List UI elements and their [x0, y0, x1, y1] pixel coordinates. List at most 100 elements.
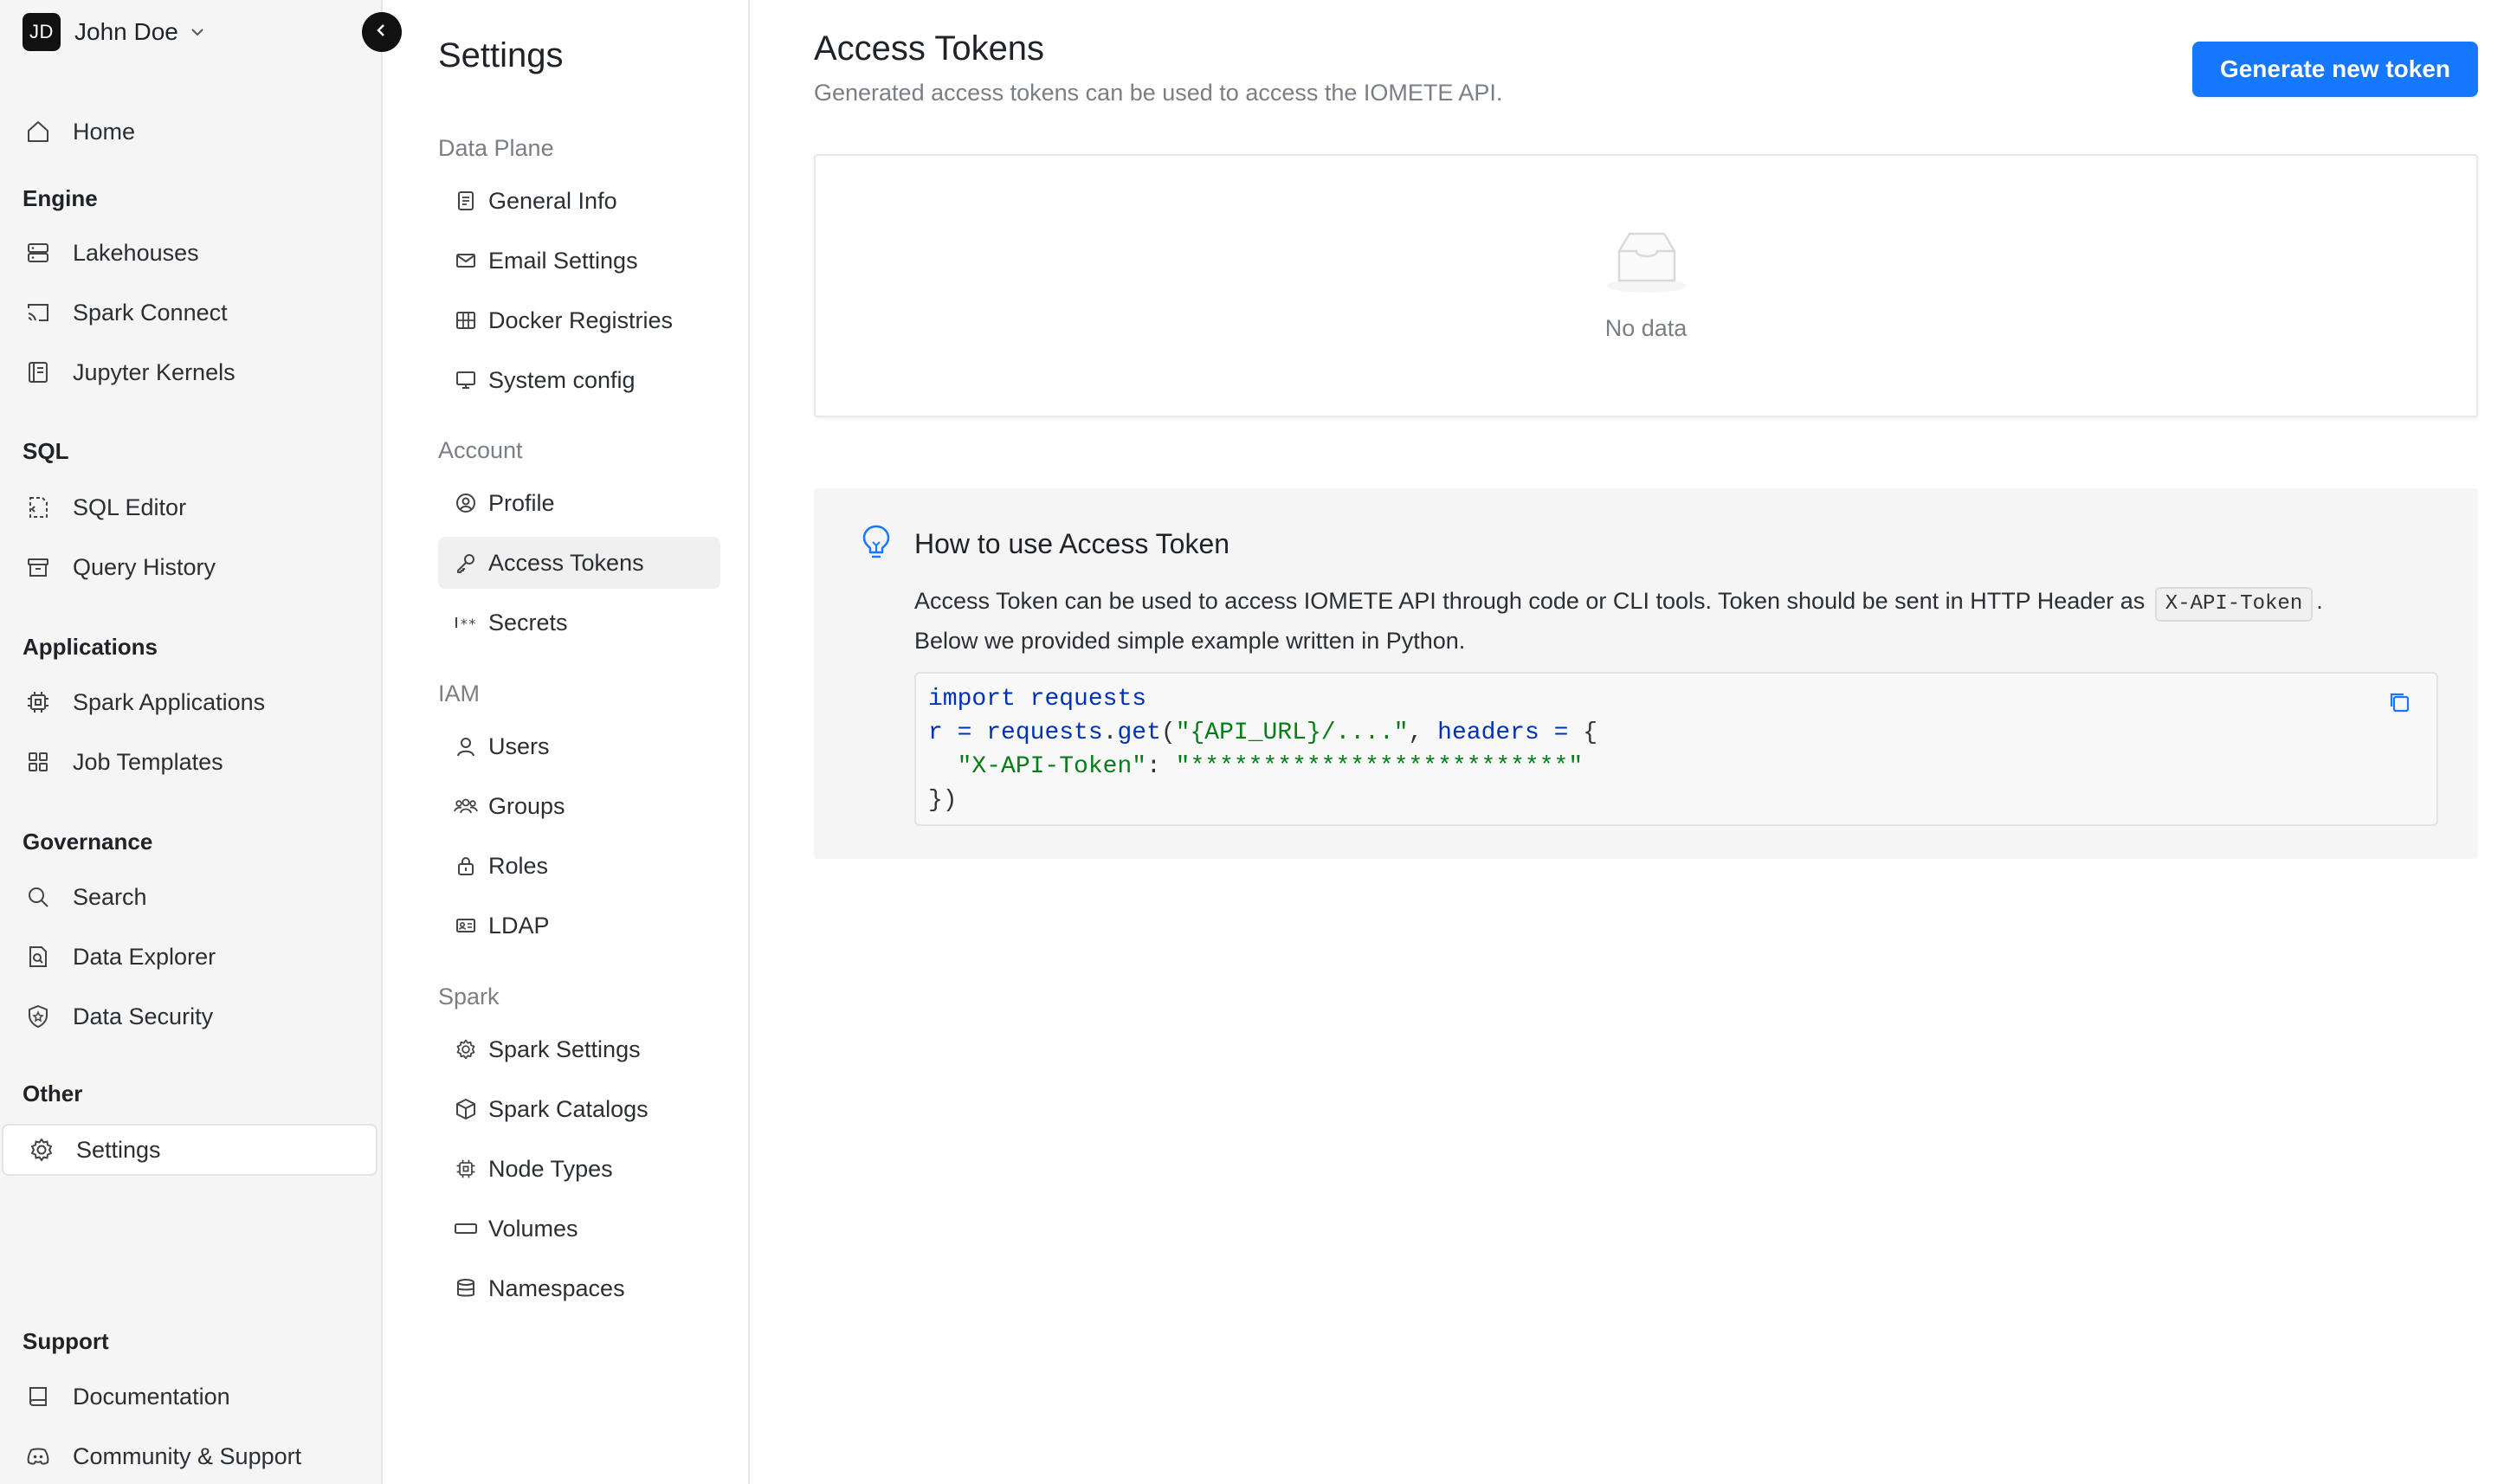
sidebar-item-label: Jupyter Kernels [73, 358, 236, 385]
sidebar-item-job-templates[interactable]: Job Templates [0, 736, 376, 788]
nav-item-groups[interactable]: Groups [438, 780, 720, 832]
book-icon [24, 1383, 52, 1410]
avatar: JD [23, 13, 61, 51]
header-name-code: X-API-Token [2154, 587, 2314, 622]
nav-item-label: Groups [488, 792, 565, 819]
sidebar-item-label: Lakehouses [73, 239, 199, 266]
code-token: headers [1437, 719, 1539, 746]
lock-icon [454, 854, 478, 878]
nav-item-profile[interactable]: Profile [438, 477, 720, 529]
nav-item-label: LDAP [488, 912, 550, 939]
nav-item-secrets[interactable]: ** Secrets [438, 597, 720, 648]
sidebar-item-home[interactable]: Home [0, 106, 376, 158]
sidebar-item-documentation[interactable]: Documentation [0, 1371, 376, 1423]
server-icon [24, 239, 52, 267]
group-account: Account [438, 437, 523, 463]
sidebar-item-query-history[interactable]: Query History [0, 541, 376, 593]
sidebar-item-spark-applications[interactable]: Spark Applications [0, 676, 376, 728]
howto-description: Access Token can be used to access IOMET… [914, 582, 2464, 660]
sidebar-item-lakehouses[interactable]: Lakehouses [0, 227, 376, 279]
nav-item-spark-catalogs[interactable]: Spark Catalogs [438, 1083, 720, 1135]
nav-item-label: Docker Registries [488, 306, 674, 333]
discord-icon [24, 1442, 52, 1470]
chip-icon [454, 1157, 478, 1181]
sidebar-item-label: Job Templates [73, 748, 223, 775]
sidebar-item-label: Documentation [73, 1383, 230, 1410]
tokens-table: No data [814, 154, 2478, 417]
nav-item-general-info[interactable]: General Info [438, 175, 720, 227]
code-token: "**************************" [1175, 753, 1584, 780]
nav-item-namespaces[interactable]: Namespaces [438, 1262, 720, 1314]
howto-desc-line2: Below we provided simple example written… [914, 628, 1466, 654]
sidebar-item-settings[interactable]: Settings [2, 1124, 378, 1176]
code-token: requests [1029, 686, 1147, 713]
code-token: }) [928, 787, 958, 814]
section-applications: Applications [23, 634, 158, 660]
nav-item-label: Email Settings [488, 247, 638, 274]
section-other: Other [23, 1081, 83, 1107]
generate-token-button[interactable]: Generate new token [2192, 42, 2478, 97]
sidebar-item-label: SQL Editor [73, 494, 187, 520]
nav-item-spark-settings[interactable]: Spark Settings [438, 1023, 720, 1075]
main-content: Access Tokens Generated access tokens ca… [752, 0, 2504, 1484]
nav-item-label: General Info [488, 187, 617, 214]
howto-title: How to use Access Token [914, 528, 1230, 559]
sidebar-item-data-explorer[interactable]: Data Explorer [0, 931, 376, 983]
sidebar-item-data-security[interactable]: Data Security [0, 990, 376, 1042]
code-token: = [942, 719, 987, 746]
nav-item-label: Namespaces [488, 1274, 625, 1301]
sidebar-item-search[interactable]: Search [0, 871, 376, 923]
nav-item-email-settings[interactable]: Email Settings [438, 235, 720, 287]
nav-item-users[interactable]: Users [438, 720, 720, 772]
code-token: "{API_URL}/...." [1175, 719, 1409, 746]
chip-icon [24, 688, 52, 716]
nav-item-docker-registries[interactable]: Docker Registries [438, 294, 720, 346]
section-support: Support [23, 1328, 109, 1354]
nav-item-volumes[interactable]: Volumes [438, 1203, 720, 1255]
howto-panel: How to use Access Token Access Token can… [814, 488, 2478, 859]
copy-icon[interactable] [2386, 689, 2412, 715]
collapse-sidebar-button[interactable] [362, 12, 402, 52]
sidebar-item-sql-editor[interactable]: SQL Editor [0, 481, 376, 533]
home-icon [24, 118, 52, 145]
code-token: r [928, 719, 943, 746]
main-sidebar: JD John Doe Home Engine Lakehouses Spark… [0, 0, 383, 1484]
nav-item-access-tokens[interactable]: Access Tokens [438, 537, 720, 589]
document-icon [454, 189, 478, 213]
sidebar-item-label: Search [73, 883, 147, 910]
nav-item-roles[interactable]: Roles [438, 840, 720, 892]
sidebar-item-community-support[interactable]: Community & Support [0, 1430, 376, 1482]
sidebar-item-label: Query History [73, 553, 216, 580]
grid-icon [24, 748, 52, 776]
nav-item-label: Roles [488, 852, 549, 879]
code-token: = [1539, 719, 1584, 746]
settings-title: Settings [438, 36, 564, 74]
user-icon [454, 734, 478, 758]
user-menu[interactable]: JD John Doe [23, 12, 206, 52]
page-title: Access Tokens [814, 29, 1045, 68]
user-circle-icon [454, 491, 478, 515]
section-engine: Engine [23, 185, 98, 211]
registry-icon [454, 308, 478, 332]
nav-item-label: Access Tokens [488, 549, 644, 576]
sidebar-item-spark-connect[interactable]: Spark Connect [0, 287, 376, 339]
section-sql: SQL [23, 438, 69, 464]
nav-item-ldap[interactable]: LDAP [438, 900, 720, 952]
code-example: import requests r = requests.get("{API_U… [914, 672, 2438, 826]
nav-item-system-config[interactable]: System config [438, 354, 720, 406]
sidebar-item-label: Data Explorer [73, 943, 216, 970]
sidebar-item-label: Data Security [73, 1003, 214, 1029]
notebook-icon [24, 358, 52, 386]
nav-item-node-types[interactable]: Node Types [438, 1143, 720, 1195]
code-token: requests [986, 719, 1103, 746]
page-subtitle: Generated access tokens can be used to a… [814, 80, 1503, 106]
chevron-down-icon [189, 23, 206, 41]
sidebar-item-jupyter-kernels[interactable]: Jupyter Kernels [0, 346, 376, 398]
sidebar-item-label: Spark Connect [73, 299, 228, 326]
team-icon [454, 794, 478, 818]
gear-icon [28, 1136, 55, 1164]
group-data-plane: Data Plane [438, 135, 554, 161]
code-token: "X-API-Token" [957, 753, 1147, 780]
code-token: , [1408, 719, 1438, 746]
